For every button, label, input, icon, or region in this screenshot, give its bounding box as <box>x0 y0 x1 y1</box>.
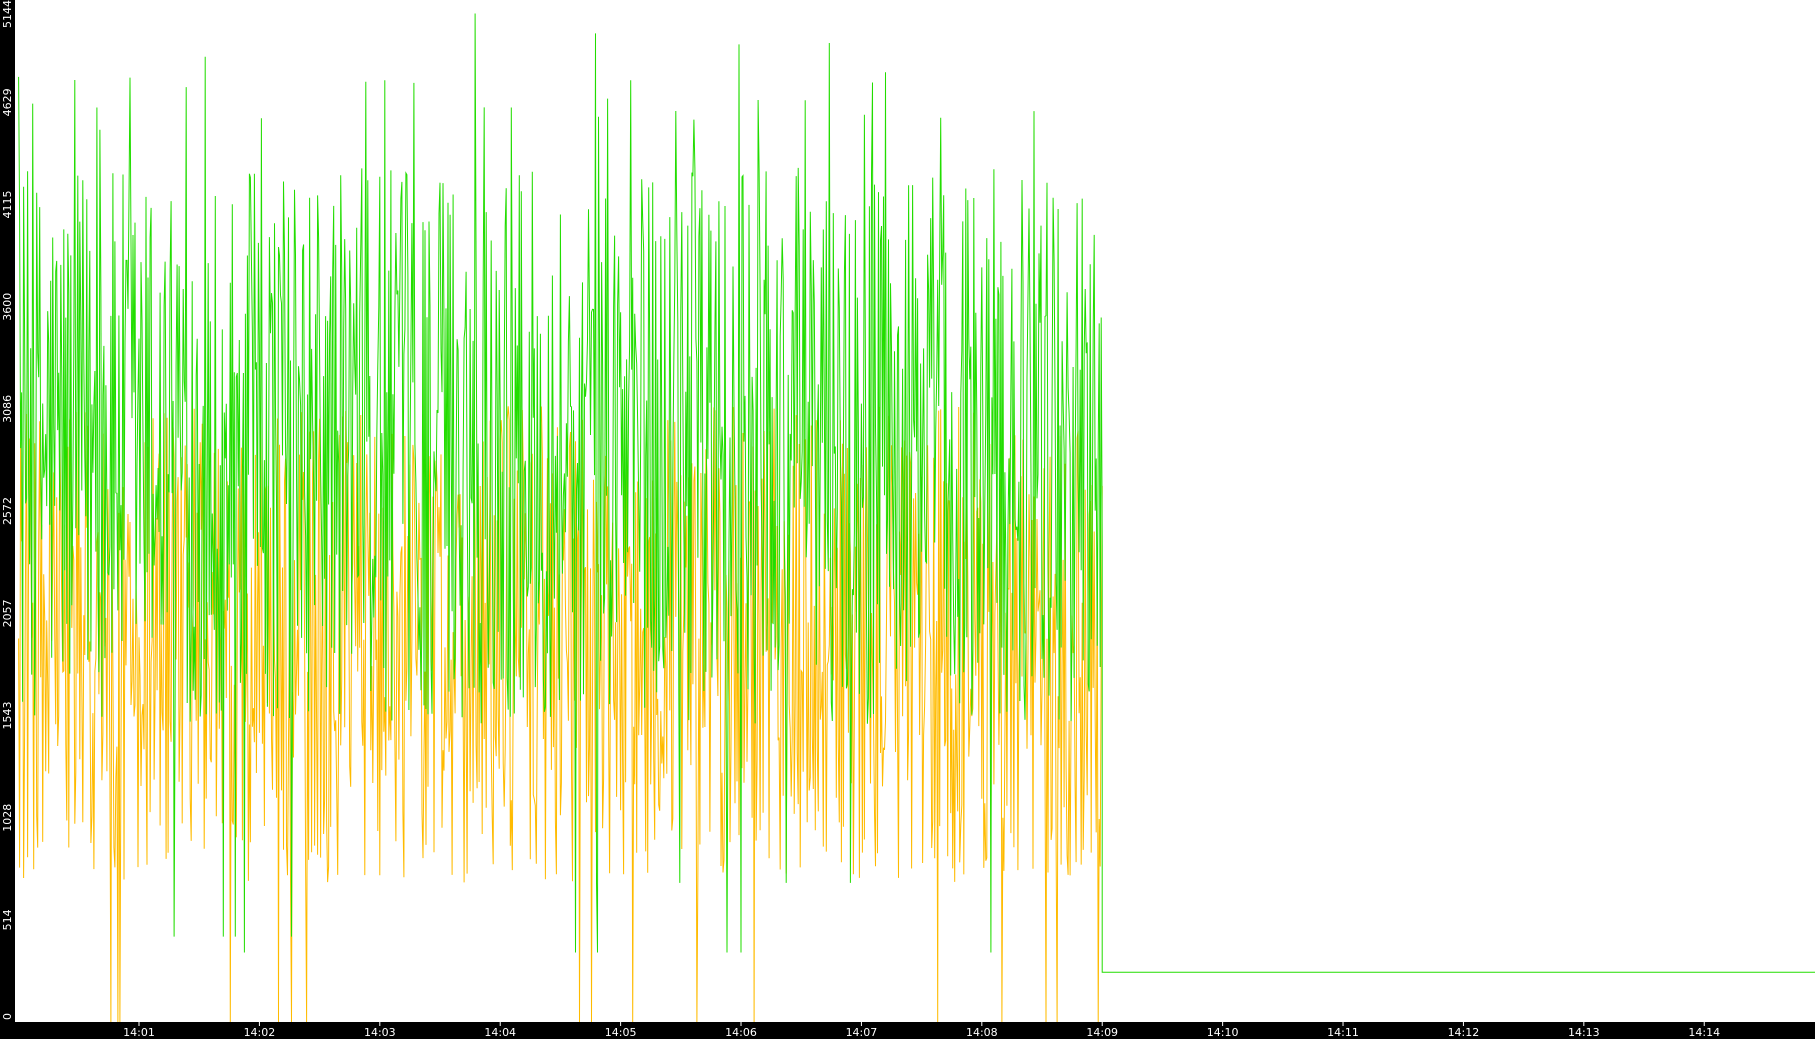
x-tick-label: 14:09 <box>1086 1026 1118 1039</box>
y-tick-label: 0 <box>1 1013 14 1020</box>
y-tick-label: 4629 <box>1 88 14 116</box>
y-axis: 0 514 1028 1543 2057 2572 3086 3600 4115 4629 5144 <box>1 0 14 1020</box>
y-tick-label: 2572 <box>1 497 14 525</box>
x-tick-label: 14:01 <box>123 1026 155 1039</box>
y-tick-label: 3600 <box>1 293 14 321</box>
y-tick-label: 2057 <box>1 599 14 627</box>
x-tick-label: 14:14 <box>1688 1026 1720 1039</box>
x-tick-label: 14:10 <box>1207 1026 1239 1039</box>
x-tick-label: 14:06 <box>725 1026 757 1039</box>
x-tick-label: 14:07 <box>846 1026 878 1039</box>
chart-svg: 0 514 1028 1543 2057 2572 3086 3600 4115 4629 5144… <box>1 0 1815 1039</box>
y-tick-label: 514 <box>1 909 14 930</box>
x-tick-label: 14:02 <box>244 1026 276 1039</box>
x-tick-label: 14:03 <box>364 1026 396 1039</box>
x-tick-label: 14:13 <box>1568 1026 1600 1039</box>
y-tick-label: 4115 <box>1 190 14 218</box>
y-tick-label: 3086 <box>1 395 14 423</box>
x-tick-label: 14:11 <box>1327 1026 1359 1039</box>
x-tick-label: 14:04 <box>484 1026 516 1039</box>
y-tick-label: 5144 <box>1 0 14 28</box>
y-tick-label: 1028 <box>1 804 14 832</box>
chart: 0 514 1028 1543 2057 2572 3086 3600 4115 4629 5144… <box>0 0 1815 1039</box>
y-tick-label: 1543 <box>1 701 14 729</box>
x-tick-label: 14:08 <box>966 1026 998 1039</box>
x-tick-label: 14:12 <box>1448 1026 1480 1039</box>
x-axis: 14:01 14:02 14:03 14:04 14:05 14:06 14:07 14:08… <box>123 1022 1720 1039</box>
x-tick-label: 14:05 <box>605 1026 637 1039</box>
